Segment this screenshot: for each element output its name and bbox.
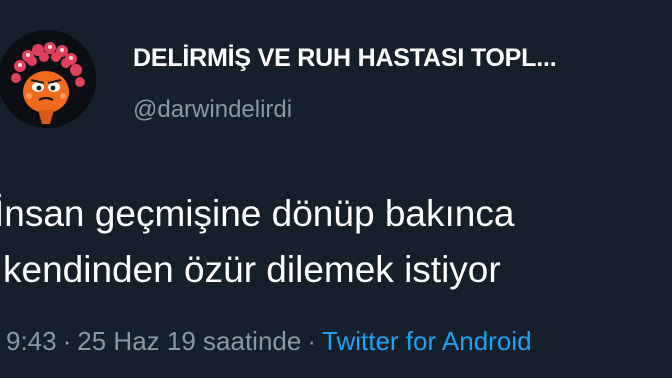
tweet-card: DELİRMİŞ VE RUH HASTASI TOPL... @darwind… [0, 0, 672, 378]
tweet-text: İnsan geçmişine dönüp bakınca kendinden … [0, 186, 672, 298]
tweet-time[interactable]: 9:43 [6, 326, 57, 356]
separator: · [307, 326, 316, 356]
tweet-date[interactable]: 25 Haz 19 saatinde [77, 326, 301, 356]
display-name[interactable]: DELİRMİŞ VE RUH HASTASI TOPL... [133, 44, 557, 73]
user-handle[interactable]: @darwindelirdi [133, 96, 292, 124]
cartoon-character-avatar-icon [0, 30, 96, 128]
separator: · [62, 326, 72, 356]
avatar[interactable] [0, 30, 96, 128]
tweet-text-line: kendinden özür dilemek istiyor [3, 249, 501, 290]
tweet-metadata: 9:43 · 25 Haz 19 saatinde · Twitter for Andr… [6, 326, 532, 357]
tweet-source-link[interactable]: Twitter for Android [322, 326, 532, 356]
tweet-text-line: İnsan geçmişine dönüp bakınca [0, 193, 515, 234]
